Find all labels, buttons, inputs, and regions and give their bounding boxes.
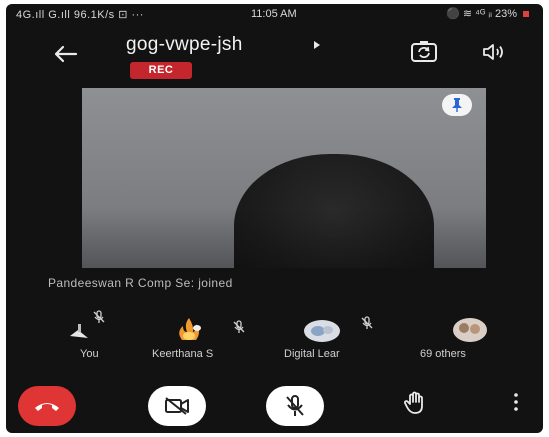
battery-status: ⚫ ≋ ⁴ᴳ ᵢₗ 23% (446, 7, 529, 20)
battery-icon (523, 10, 529, 17)
recording-badge: REC (130, 62, 192, 79)
speaker-icon[interactable] (482, 42, 506, 62)
more-vertical-icon[interactable] (512, 392, 520, 412)
status-indicators: ⚫ ≋ ⁴ᴳ ᵢₗ 23% (446, 8, 517, 20)
clock: 11:05 AM (251, 8, 297, 20)
video-tile[interactable] (82, 88, 486, 268)
meet-screen: 4G.ıll G.ıll 96.1K/s ⊡ ··· 11:05 AM ⚫ ≋ … (6, 4, 543, 433)
pin-button[interactable] (442, 94, 472, 116)
switch-camera-icon[interactable] (410, 40, 438, 64)
mic-off-icon (286, 395, 304, 416)
participant-name: 69 others (420, 348, 466, 360)
camera-off-icon (165, 397, 189, 415)
join-notification: Pandeeswan R Comp Se: joined (48, 276, 233, 290)
participant-name: You (80, 348, 99, 360)
end-call-button[interactable] (18, 386, 76, 426)
video-shade (82, 208, 486, 268)
camera-toggle-button[interactable] (148, 386, 206, 426)
fire-avatar-icon (179, 318, 201, 340)
chevron-right-icon[interactable] (314, 41, 320, 49)
mic-off-icon (361, 316, 373, 329)
participant-name: Keerthana S (152, 348, 214, 360)
mic-off-icon (93, 310, 105, 323)
end-call-icon (35, 403, 59, 411)
mic-off-icon (233, 320, 245, 333)
photo-avatar-icon (304, 320, 340, 342)
back-arrow-icon[interactable] (52, 44, 78, 64)
status-bar: 4G.ıll G.ıll 96.1K/s ⊡ ··· 11:05 AM ⚫ ≋ … (6, 4, 543, 26)
group-avatar-icon (453, 318, 487, 342)
raise-hand-icon[interactable] (402, 390, 428, 416)
pin-icon (452, 98, 462, 112)
participant-name: Digital Lear (284, 348, 340, 360)
meeting-code[interactable]: gog-vwpe-jsh (126, 34, 243, 56)
mic-toggle-button[interactable] (266, 386, 324, 426)
signal-status: 4G.ıll G.ıll 96.1K/s ⊡ ··· (16, 9, 144, 21)
